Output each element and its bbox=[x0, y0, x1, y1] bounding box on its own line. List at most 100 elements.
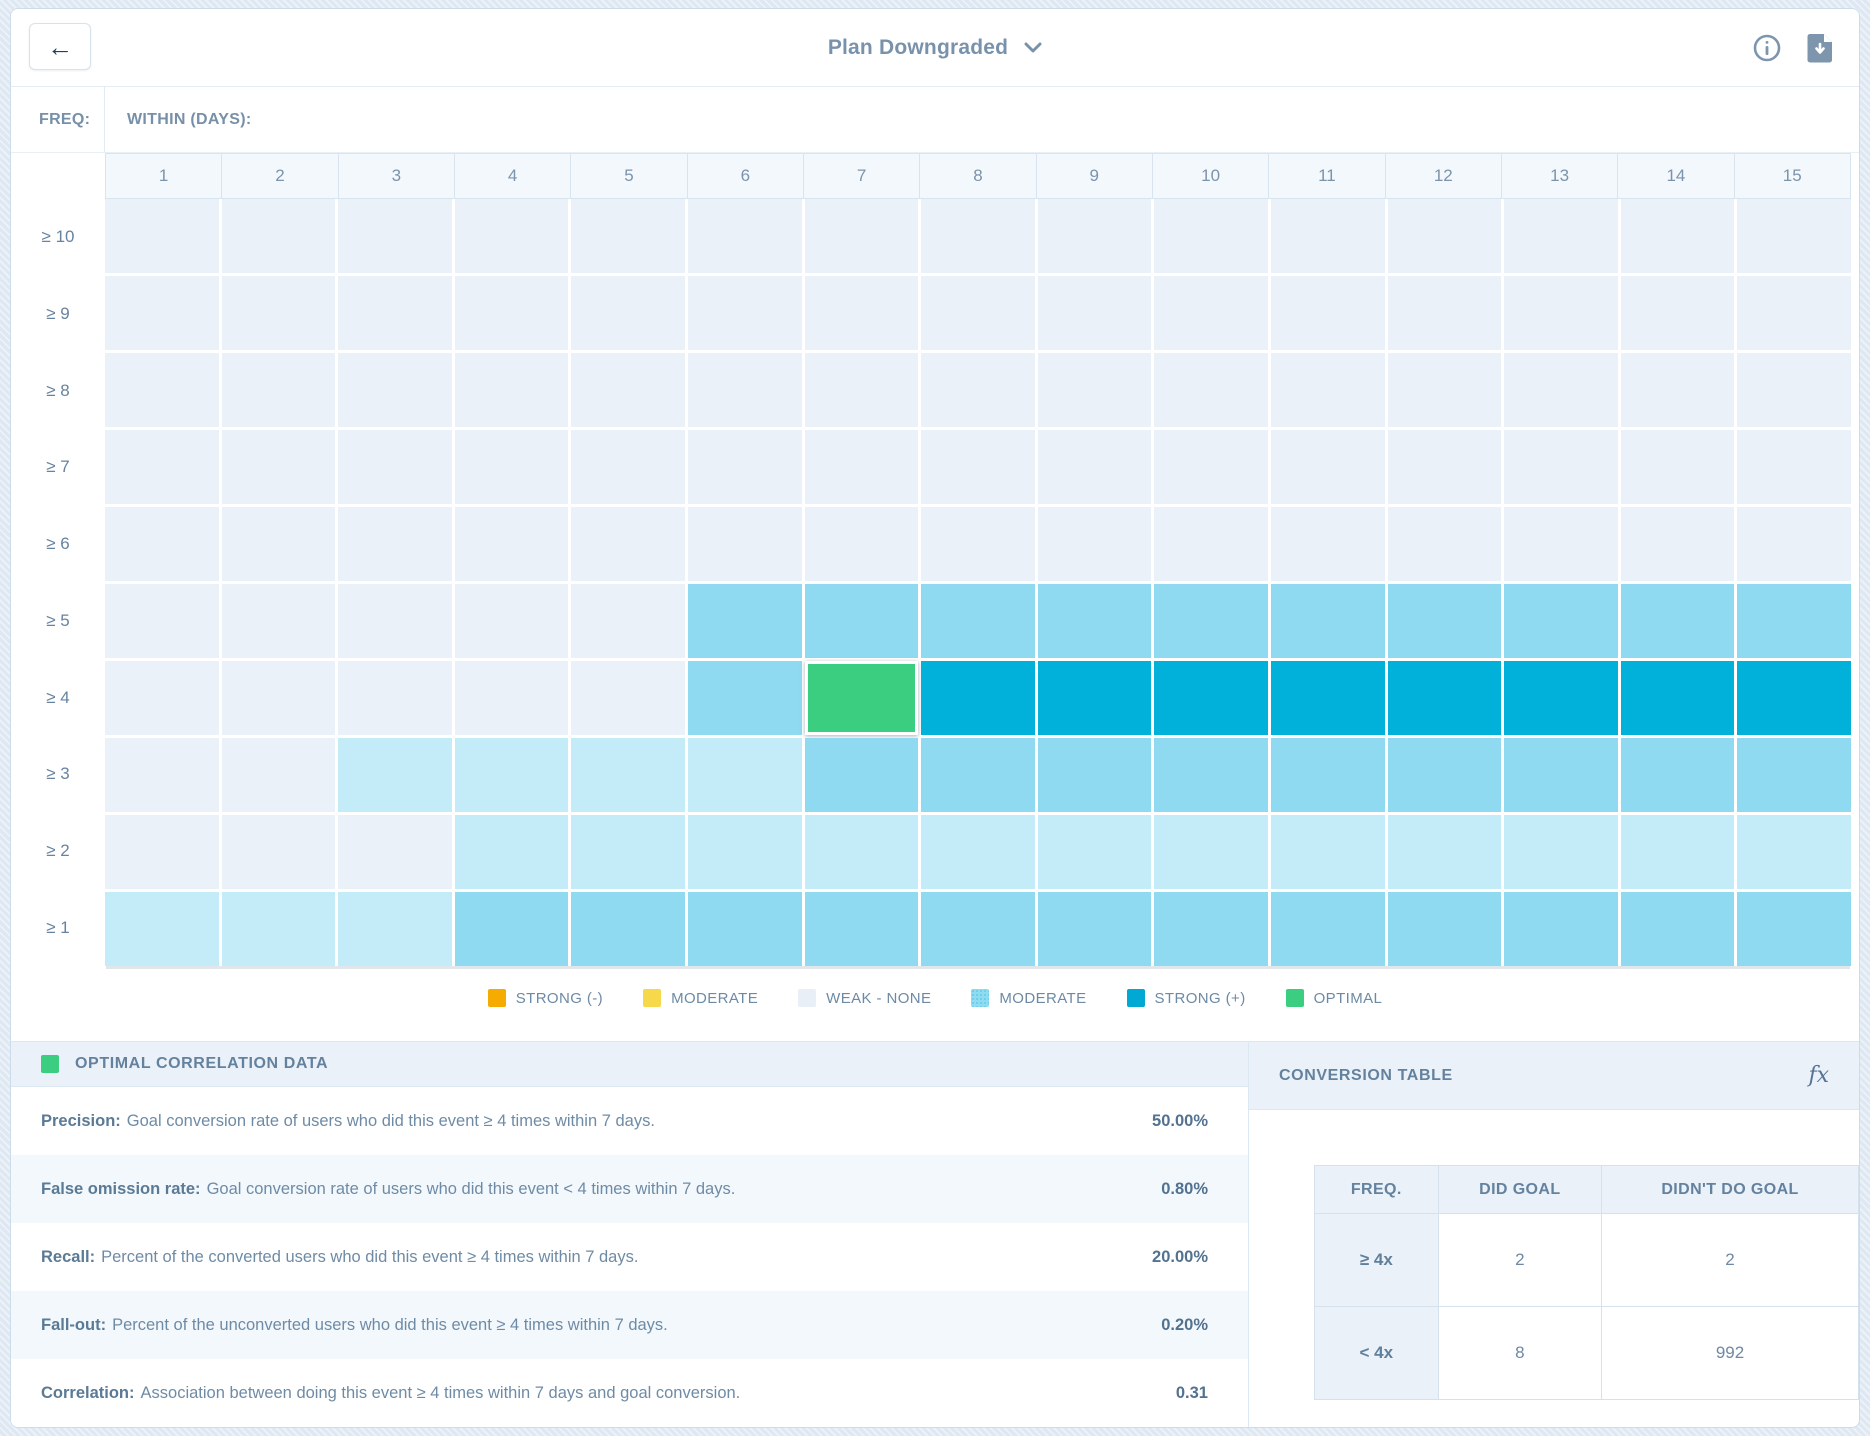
heatmap-cell-weak[interactable] bbox=[1038, 276, 1152, 350]
download-icon[interactable] bbox=[1807, 33, 1833, 63]
heatmap-cell-light[interactable] bbox=[1388, 815, 1502, 889]
heatmap-cell-weak[interactable] bbox=[455, 507, 569, 581]
heatmap-cell-weak[interactable] bbox=[222, 507, 336, 581]
heatmap-cell-weak[interactable] bbox=[1154, 507, 1268, 581]
heatmap-cell-weak[interactable] bbox=[222, 353, 336, 427]
heatmap-cell-weak[interactable] bbox=[1621, 199, 1735, 273]
heatmap-cell-weak[interactable] bbox=[105, 430, 219, 504]
heatmap-cell-weak[interactable] bbox=[805, 199, 919, 273]
heatmap-cell-weak[interactable] bbox=[455, 661, 569, 735]
heatmap-cell-weak[interactable] bbox=[1271, 353, 1385, 427]
heatmap-cell-weak[interactable] bbox=[805, 507, 919, 581]
heatmap-cell-weak[interactable] bbox=[571, 584, 685, 658]
heatmap-cell-weak[interactable] bbox=[688, 507, 802, 581]
heatmap-cell-light[interactable] bbox=[105, 892, 219, 966]
heatmap-cell-weak[interactable] bbox=[688, 276, 802, 350]
heatmap-cell-weak[interactable] bbox=[105, 199, 219, 273]
heatmap-cell-moderate[interactable] bbox=[1737, 738, 1851, 812]
heatmap-cell-weak[interactable] bbox=[1038, 507, 1152, 581]
heatmap-cell-weak[interactable] bbox=[222, 199, 336, 273]
heatmap-cell-weak[interactable] bbox=[571, 199, 685, 273]
heatmap-cell-light[interactable] bbox=[338, 892, 452, 966]
heatmap-cell-moderate[interactable] bbox=[921, 584, 1035, 658]
heatmap-cell-weak[interactable] bbox=[1621, 430, 1735, 504]
title-dropdown[interactable]: Plan Downgraded bbox=[11, 9, 1859, 87]
heatmap-cell-weak[interactable] bbox=[338, 815, 452, 889]
heatmap-cell-strong[interactable] bbox=[921, 661, 1035, 735]
heatmap-cell-light[interactable] bbox=[921, 815, 1035, 889]
heatmap-cell-weak[interactable] bbox=[222, 815, 336, 889]
heatmap-cell-moderate[interactable] bbox=[1154, 892, 1268, 966]
heatmap-cell-weak[interactable] bbox=[571, 353, 685, 427]
heatmap-cell-moderate[interactable] bbox=[1504, 584, 1618, 658]
heatmap-cell-weak[interactable] bbox=[921, 276, 1035, 350]
heatmap-cell-moderate[interactable] bbox=[1621, 738, 1735, 812]
heatmap-cell-weak[interactable] bbox=[455, 584, 569, 658]
heatmap-cell-light[interactable] bbox=[805, 815, 919, 889]
heatmap-cell-weak[interactable] bbox=[105, 584, 219, 658]
info-icon[interactable] bbox=[1753, 34, 1781, 62]
heatmap-cell-weak[interactable] bbox=[105, 353, 219, 427]
heatmap-cell-weak[interactable] bbox=[1154, 199, 1268, 273]
heatmap-cell-moderate[interactable] bbox=[1038, 584, 1152, 658]
heatmap-cell-weak[interactable] bbox=[1038, 430, 1152, 504]
heatmap-cell-moderate[interactable] bbox=[1038, 738, 1152, 812]
heatmap-cell-optimal[interactable] bbox=[805, 661, 919, 735]
heatmap-cell-weak[interactable] bbox=[1504, 507, 1618, 581]
heatmap-cell-moderate[interactable] bbox=[1621, 584, 1735, 658]
heatmap-cell-weak[interactable] bbox=[222, 276, 336, 350]
heatmap-cell-moderate[interactable] bbox=[805, 738, 919, 812]
heatmap-cell-light[interactable] bbox=[1038, 815, 1152, 889]
heatmap-cell-weak[interactable] bbox=[338, 199, 452, 273]
heatmap-cell-moderate[interactable] bbox=[1038, 892, 1152, 966]
heatmap-cell-strong[interactable] bbox=[1271, 661, 1385, 735]
heatmap-cell-moderate[interactable] bbox=[1271, 738, 1385, 812]
heatmap-cell-light[interactable] bbox=[455, 815, 569, 889]
heatmap-cell-weak[interactable] bbox=[1737, 199, 1851, 273]
heatmap-cell-weak[interactable] bbox=[1504, 430, 1618, 504]
heatmap-cell-light[interactable] bbox=[1504, 815, 1618, 889]
heatmap-cell-light[interactable] bbox=[688, 815, 802, 889]
heatmap-cell-strong[interactable] bbox=[1504, 661, 1618, 735]
heatmap-cell-weak[interactable] bbox=[1737, 276, 1851, 350]
heatmap-cell-light[interactable] bbox=[1737, 815, 1851, 889]
heatmap-cell-strong[interactable] bbox=[1737, 661, 1851, 735]
heatmap-cell-weak[interactable] bbox=[1271, 430, 1385, 504]
heatmap-cell-weak[interactable] bbox=[338, 507, 452, 581]
heatmap-cell-weak[interactable] bbox=[222, 661, 336, 735]
heatmap-cell-weak[interactable] bbox=[805, 276, 919, 350]
heatmap-cell-strong[interactable] bbox=[1038, 661, 1152, 735]
heatmap-cell-moderate[interactable] bbox=[805, 584, 919, 658]
heatmap-cell-weak[interactable] bbox=[1504, 199, 1618, 273]
heatmap-cell-weak[interactable] bbox=[1388, 353, 1502, 427]
heatmap-cell-moderate[interactable] bbox=[1504, 892, 1618, 966]
heatmap-cell-moderate[interactable] bbox=[1388, 738, 1502, 812]
heatmap-cell-weak[interactable] bbox=[1038, 353, 1152, 427]
heatmap-cell-strong[interactable] bbox=[1621, 661, 1735, 735]
heatmap-cell-weak[interactable] bbox=[1038, 199, 1152, 273]
heatmap-cell-moderate[interactable] bbox=[455, 892, 569, 966]
heatmap-cell-weak[interactable] bbox=[455, 353, 569, 427]
heatmap-cell-light[interactable] bbox=[222, 892, 336, 966]
heatmap-cell-moderate[interactable] bbox=[571, 892, 685, 966]
heatmap-cell-weak[interactable] bbox=[338, 661, 452, 735]
heatmap-cell-weak[interactable] bbox=[1621, 507, 1735, 581]
heatmap-cell-light[interactable] bbox=[1154, 815, 1268, 889]
heatmap-cell-weak[interactable] bbox=[688, 199, 802, 273]
heatmap-cell-weak[interactable] bbox=[571, 276, 685, 350]
heatmap-cell-moderate[interactable] bbox=[1621, 892, 1735, 966]
heatmap-cell-weak[interactable] bbox=[338, 353, 452, 427]
heatmap-cell-weak[interactable] bbox=[1154, 430, 1268, 504]
heatmap-cell-weak[interactable] bbox=[1621, 276, 1735, 350]
heatmap-cell-weak[interactable] bbox=[1271, 507, 1385, 581]
heatmap-cell-weak[interactable] bbox=[222, 430, 336, 504]
heatmap-cell-light[interactable] bbox=[1271, 815, 1385, 889]
heatmap-cell-moderate[interactable] bbox=[805, 892, 919, 966]
heatmap-cell-strong[interactable] bbox=[1154, 661, 1268, 735]
heatmap-cell-moderate[interactable] bbox=[1271, 584, 1385, 658]
heatmap-cell-moderate[interactable] bbox=[1271, 892, 1385, 966]
heatmap-cell-weak[interactable] bbox=[1388, 199, 1502, 273]
heatmap-cell-weak[interactable] bbox=[105, 507, 219, 581]
heatmap-cell-light[interactable] bbox=[1621, 815, 1735, 889]
heatmap-cell-light[interactable] bbox=[338, 738, 452, 812]
